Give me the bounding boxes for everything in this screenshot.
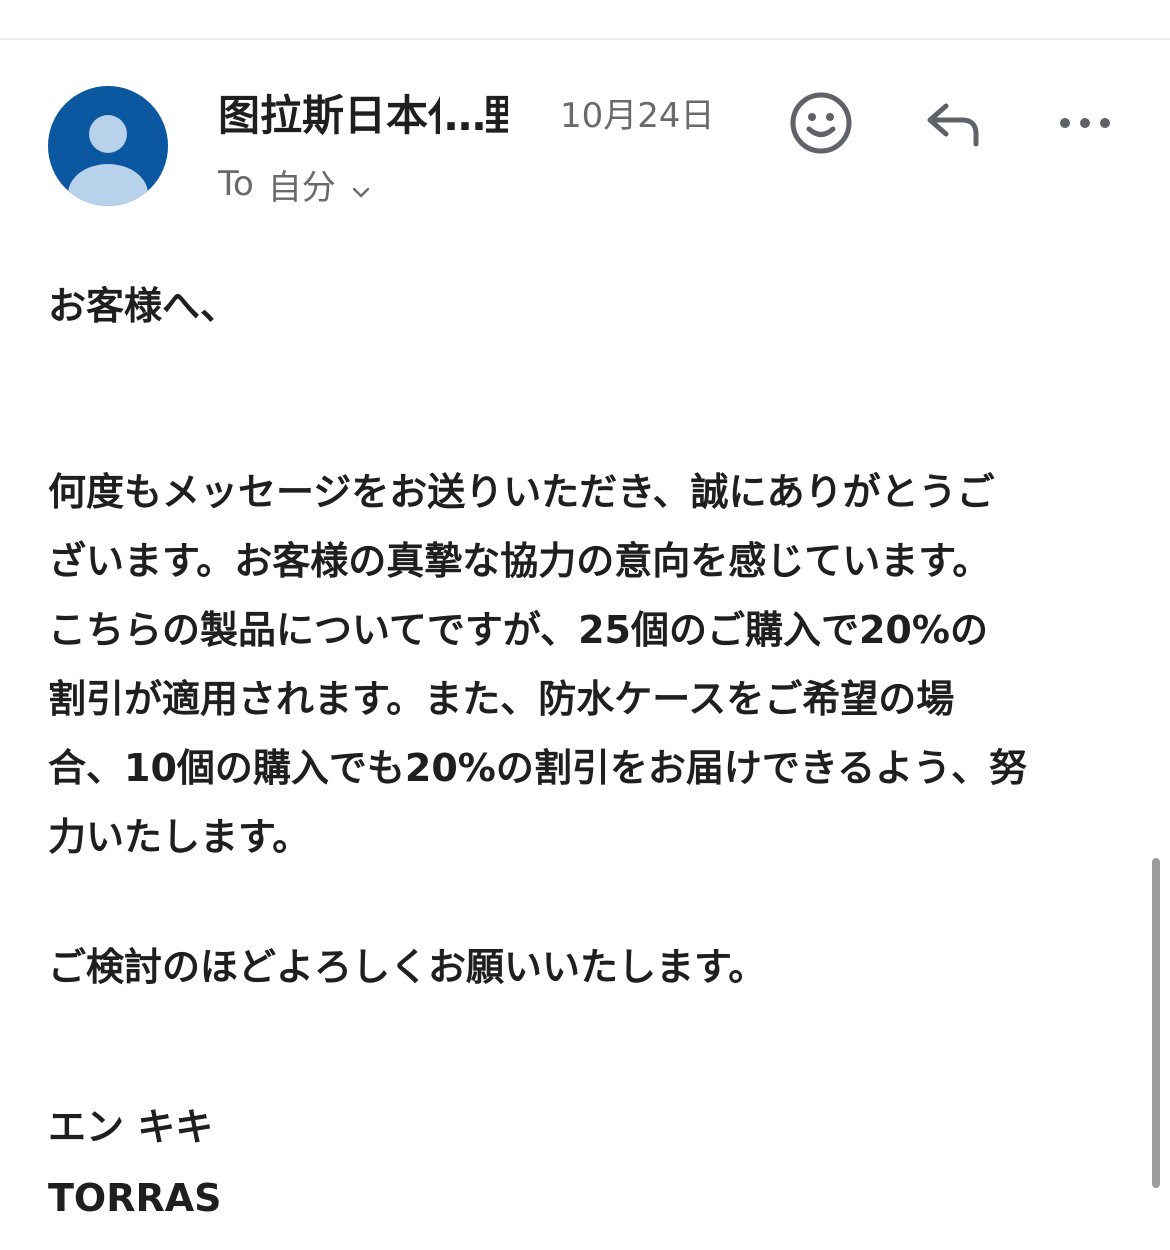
greeting: お客様へ、 bbox=[48, 284, 239, 328]
recipient-name: 自分 bbox=[267, 167, 336, 208]
sender-name-ellipsis: … bbox=[440, 88, 486, 144]
reply-icon bbox=[927, 103, 979, 147]
signature-name: エン キキ bbox=[48, 1105, 214, 1149]
message-date: 10月24日 bbox=[560, 96, 715, 136]
body-line: 何度もメッセージをお送りいただき、誠にありがとうご bbox=[48, 470, 995, 514]
message-header: 图拉斯日本代理店 … 10月24日 To 自分 bbox=[48, 86, 1128, 208]
closing-line: ご検討のほどよろしくお願いいたします。 bbox=[48, 945, 767, 989]
more-options-button[interactable] bbox=[1050, 88, 1120, 158]
recipient-prefix: To bbox=[218, 164, 254, 204]
smiley-icon bbox=[790, 92, 852, 154]
more-horizontal-icon bbox=[1060, 118, 1110, 128]
body-line: 力いたします。 bbox=[48, 815, 311, 859]
signature-company: TORRAS bbox=[48, 1176, 222, 1220]
reply-button[interactable] bbox=[918, 88, 988, 158]
body-line: 割引が適用されます。また、防水ケースをご希望の場 bbox=[48, 677, 955, 721]
message-body: お客様へ、 何度もメッセージをお送りいただき、誠にありがとうご ざいます。お客様… bbox=[48, 272, 1128, 872]
emoji-reaction-button[interactable] bbox=[786, 88, 856, 158]
chevron-down-icon bbox=[350, 173, 372, 198]
sender-avatar[interactable] bbox=[48, 86, 168, 206]
body-line: ざいます。お客様の真摯な協力の意向を感じています。 bbox=[48, 539, 991, 583]
vertical-scrollbar[interactable] bbox=[1152, 858, 1160, 1188]
person-avatar-icon bbox=[68, 115, 148, 206]
recipient-details-toggle[interactable]: To 自分 bbox=[218, 160, 372, 208]
body-line: 合、10個の購入でも20%の割引をお届けできるよう、努 bbox=[48, 746, 1028, 790]
top-divider bbox=[0, 38, 1170, 40]
body-line: こちらの製品についてですが、25個のご購入で20%の bbox=[48, 608, 988, 652]
